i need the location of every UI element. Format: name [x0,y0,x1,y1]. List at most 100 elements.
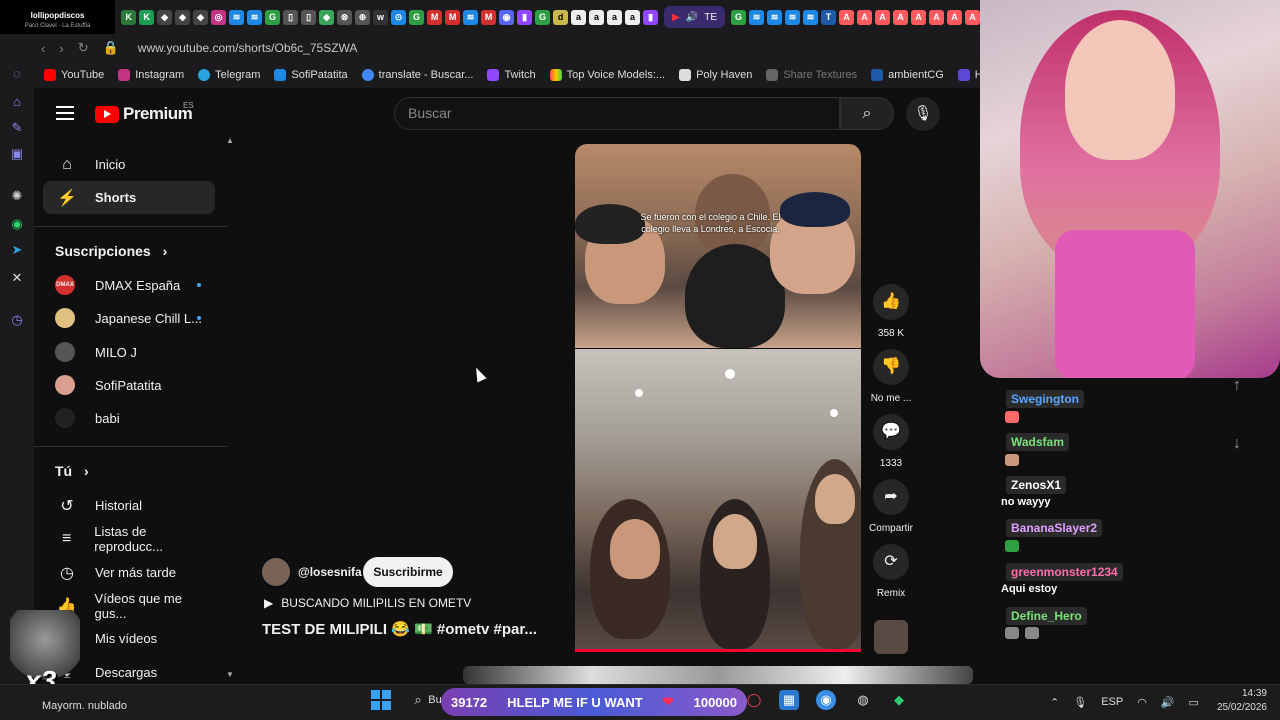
share-button[interactable]: ➦ Compartir [868,479,914,534]
calculator-icon[interactable]: ▦ [779,690,799,710]
tab-favicon-icon[interactable]: ▮ [517,9,533,25]
video-progress-bar[interactable] [575,649,861,652]
tab-favicon-icon[interactable]: A [929,9,944,25]
tab-favicon-icon[interactable]: A [875,9,890,25]
tab-favicon-icon[interactable]: M [445,9,461,25]
tab-favicon-icon[interactable]: G [409,9,425,25]
url-field[interactable]: www.youtube.com/shorts/Ob6c_75SZWA [138,41,358,55]
search-button[interactable]: ⌕ [840,97,894,130]
short-video-top[interactable] [575,144,861,348]
tab-favicon-icon[interactable]: ◆ [175,9,191,25]
tab-favicon-icon[interactable]: A [947,9,962,25]
tab-favicon-icon[interactable]: A [839,9,854,25]
active-tab[interactable]: ▶ 🔊 TE [664,6,725,28]
tab-favicon-icon[interactable]: ⊙ [391,9,407,25]
weather-widget[interactable]: Mayorm. nublado [42,700,127,712]
tab-favicon-icon[interactable]: ≋ [463,9,479,25]
pencil-icon[interactable]: ✎ [9,120,25,136]
channel-name[interactable]: @losesnifa [298,565,362,579]
short-video-bottom[interactable] [575,349,861,652]
tab-favicon-icon[interactable]: A [893,9,908,25]
language-indicator[interactable]: ESP [1101,696,1123,708]
chat-username[interactable]: ZenosX1 [1006,476,1067,494]
tab-favicon-icon[interactable]: a [571,9,587,25]
bookmark-twitch[interactable]: Twitch [487,69,536,81]
subscription-item[interactable]: MILO J [55,337,215,367]
bookmark-translate[interactable]: translate - Buscar... [361,69,473,81]
back-icon[interactable]: ‹ [41,41,45,56]
tab-favicon-icon[interactable]: K [139,9,155,25]
chevron-up-icon[interactable]: ⌃ [1050,696,1059,709]
volume-icon[interactable]: 🔊 [1161,696,1175,709]
chat-username[interactable]: Swegington [1006,390,1084,408]
tab-favicon-icon[interactable]: ▮ [643,9,659,25]
x-icon[interactable]: ✕ [9,270,25,286]
system-clock[interactable]: 14:39 25/02/2026 [1205,687,1267,715]
nav-watch-later[interactable]: ◷ Ver más tarde [43,556,215,589]
speaker-icon[interactable]: 🔊 [686,12,698,23]
bookmark-instagram[interactable]: Instagram [118,69,184,81]
chat-scroll-down-icon[interactable]: ↓ [1216,427,1258,461]
tab-favicon-icon[interactable]: ⊕ [355,9,371,25]
browser-app-icon[interactable]: ◉ [816,690,836,710]
tab-favicon-icon[interactable]: G [265,9,281,25]
tab-favicon-icon[interactable]: d [553,9,569,25]
nav-historial[interactable]: ↺ Historial [43,489,215,522]
wifi-icon[interactable]: ◠ [1137,696,1147,709]
tab-favicon-icon[interactable]: A [857,9,872,25]
tab-favicon-icon[interactable]: w [373,9,389,25]
loading-icon[interactable]: ◌ [9,66,25,82]
music-info[interactable]: ▶ BUSCANDO MILIPILIS EN OMETV [264,596,471,610]
bookmark-telegram[interactable]: Telegram [198,69,260,81]
battery-icon[interactable]: ▭ [1189,696,1199,709]
voice-search-button[interactable]: 🎙 [906,97,940,131]
tab-favicon-icon[interactable]: G [731,9,746,25]
tab-favicon-icon[interactable]: ◎ [211,9,227,25]
chat-username[interactable]: Define_Hero [1006,607,1087,625]
subscriptions-header[interactable]: Suscripciones › [55,243,167,259]
youtube-premium-logo[interactable]: Premium ES [95,101,194,124]
subscription-item[interactable]: SofiPatatita [55,370,215,400]
telegram-icon[interactable]: ➤ [9,242,25,258]
tab-favicon-icon[interactable]: ◉ [499,9,515,25]
history-clock-icon[interactable]: ◷ [9,312,25,328]
comments-button[interactable]: 💬 1333 [868,414,914,469]
like-button[interactable]: 👍 358 K [868,284,914,339]
app-icon[interactable]: ▣ [9,146,25,162]
tab-favicon-icon[interactable]: ≋ [229,9,245,25]
channel-avatar[interactable] [262,558,290,586]
tab-favicon-icon[interactable]: G [535,9,551,25]
remix-button[interactable]: ⟳ Remix [868,544,914,599]
tab-favicon-icon[interactable]: ≋ [803,9,818,25]
bookmark-youtube[interactable]: YouTube [44,69,104,81]
whatsapp-icon[interactable]: ◉ [9,216,25,232]
nav-inicio[interactable]: ⌂ Inicio [43,148,215,181]
tab-favicon-icon[interactable]: K [121,9,137,25]
chat-username[interactable]: greenmonster1234 [1006,563,1123,581]
chat-scroll-up-icon[interactable]: ↑ [1216,369,1258,403]
nav-shorts[interactable]: ⚡ Shorts [43,181,215,214]
reload-icon[interactable]: ↻ [78,40,89,56]
search-input[interactable]: Buscar [394,97,840,130]
tab-favicon-icon[interactable]: M [481,9,497,25]
bookmark-ambientcg[interactable]: ambientCG [871,69,944,81]
nav-playlists[interactable]: ≡ Listas de reproducc... [43,522,215,555]
green-app-icon[interactable]: ◆ [889,690,909,710]
tab-favicon-icon[interactable]: A [911,9,926,25]
tab-favicon-icon[interactable]: ▯ [283,9,299,25]
windows-start-icon[interactable] [371,690,391,710]
taskbar-search-icon[interactable]: ⌕ [408,690,428,710]
bookmark-poly-haven[interactable]: Poly Haven [679,69,752,81]
bookmark-voice-models[interactable]: Top Voice Models:... [549,69,665,81]
chatgpt-icon[interactable]: ✺ [9,188,25,204]
tab-favicon-icon[interactable]: ◆ [193,9,209,25]
tab-favicon-icon[interactable]: ◆ [319,9,335,25]
subscription-item[interactable]: babi [55,403,215,433]
forward-icon[interactable]: › [59,41,63,56]
tab-favicon-icon[interactable]: ▯ [301,9,317,25]
taskbar-app-icon[interactable]: ◯ [744,690,764,710]
chat-username[interactable]: Wadsfam [1006,433,1069,451]
chat-username[interactable]: BananaSlayer2 [1006,519,1103,537]
subscription-item[interactable]: DMAX DMAX España [55,270,215,300]
tab-favicon-icon[interactable]: ≋ [767,9,782,25]
